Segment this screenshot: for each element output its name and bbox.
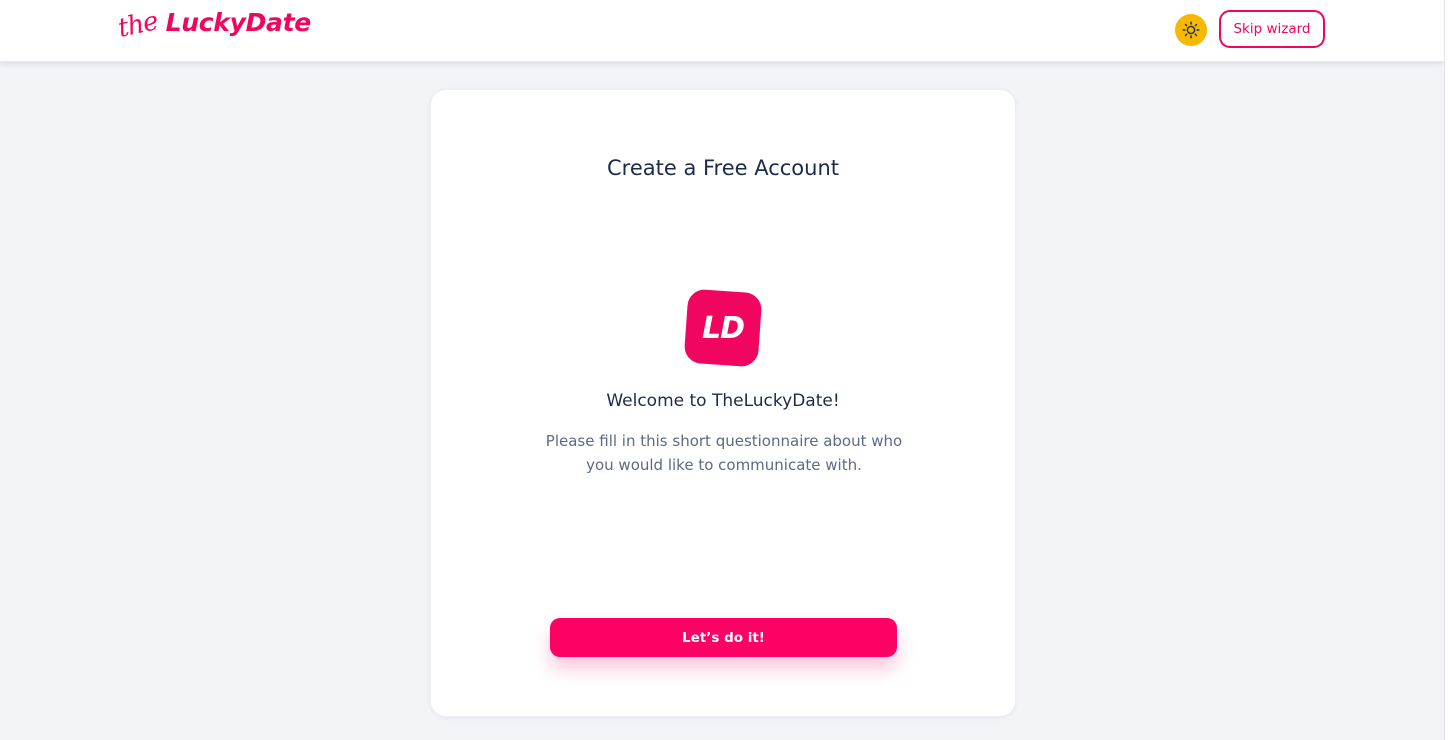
logo-name: LuckyDate — [165, 8, 312, 37]
site-logo[interactable]: the LuckyDate — [115, 6, 312, 54]
welcome-heading: Welcome to TheLuckyDate! — [606, 391, 840, 411]
page-title: Create a Free Account — [606, 156, 840, 180]
welcome-description: Please fill in this short questionnaire … — [545, 432, 903, 474]
start-wizard-button[interactable]: Let’s do it! — [550, 618, 897, 657]
top-header: the LuckyDate Skip wizard — [0, 0, 1445, 62]
sun-icon — [1182, 21, 1200, 39]
logo-prefix: the — [115, 6, 161, 44]
app-logo-badge: LD — [683, 288, 763, 368]
app-logo-text: LD — [701, 310, 745, 346]
signup-card: Create a Free Account LD Welcome to TheL… — [430, 89, 1016, 717]
theme-toggle-button[interactable] — [1175, 14, 1207, 46]
skip-wizard-button[interactable]: Skip wizard — [1219, 10, 1325, 48]
scrollbar-track[interactable] — [1444, 0, 1450, 740]
